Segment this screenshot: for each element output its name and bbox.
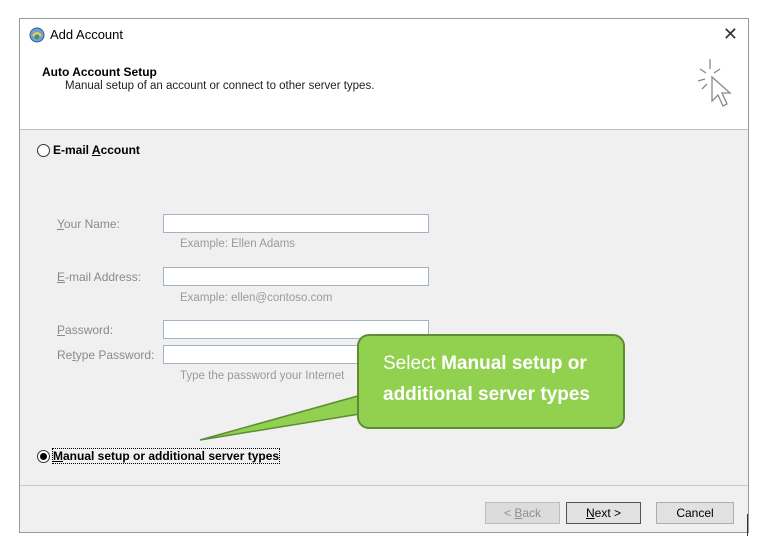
- back-button[interactable]: < Back: [485, 502, 560, 524]
- email-address-hint: Example: ellen@contoso.com: [180, 292, 333, 304]
- close-icon[interactable]: ✕: [723, 24, 738, 44]
- manual-setup-label[interactable]: Manual setup or additional server types: [51, 448, 281, 464]
- radio-selected-dot: [40, 453, 47, 460]
- cancel-button[interactable]: Cancel: [656, 502, 734, 524]
- outlook-app-icon: [29, 27, 45, 43]
- next-button[interactable]: Next >: [566, 502, 641, 524]
- email-address-input[interactable]: [163, 267, 429, 286]
- retype-password-label: Retype Password:: [57, 348, 155, 362]
- cursor-sparkle-icon: [697, 59, 732, 107]
- header-subtitle: Manual setup of an account or connect to…: [65, 80, 375, 92]
- callout-prefix: Select: [383, 353, 442, 374]
- window-edge: [747, 514, 748, 536]
- email-account-label[interactable]: E-mail Account: [53, 143, 140, 157]
- password-hint: Type the password your Internet: [180, 370, 345, 382]
- footer-divider: [20, 485, 748, 486]
- your-name-hint: Example: Ellen Adams: [180, 238, 296, 250]
- instruction-callout: Select Manual setup or additional server…: [357, 334, 625, 429]
- email-account-radio[interactable]: [37, 144, 50, 157]
- email-address-label: E-mail Address:: [57, 270, 142, 284]
- title-bar: Add Account ✕: [20, 19, 748, 51]
- your-name-label: Your Name:: [57, 217, 120, 231]
- your-name-input[interactable]: [163, 214, 429, 233]
- manual-setup-radio[interactable]: [37, 450, 50, 463]
- setup-header: Auto Account Setup Manual setup of an ac…: [20, 51, 748, 130]
- add-account-dialog: Add Account ✕ Auto Account Setup Manual …: [19, 18, 749, 533]
- password-label: Password:: [57, 323, 114, 337]
- window-title: Add Account: [50, 27, 123, 42]
- header-title: Auto Account Setup: [42, 65, 157, 79]
